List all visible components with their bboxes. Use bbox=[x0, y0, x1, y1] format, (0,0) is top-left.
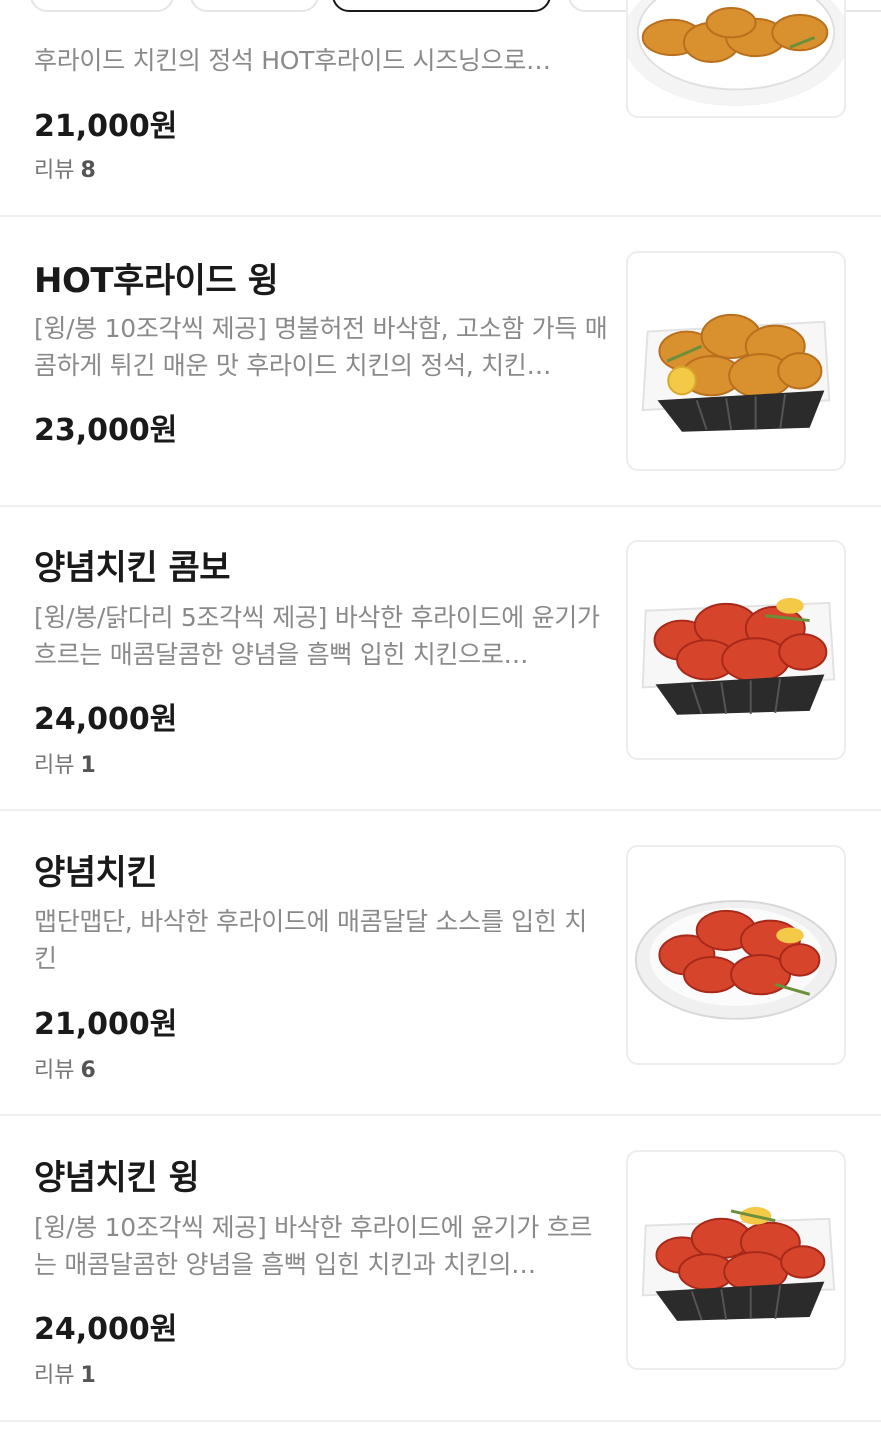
menu-item-description: [윙/봉 10조각씩 제공] 바삭한 후라이드에 윤기가 흐르는 매콤달콤한 양… bbox=[34, 1213, 593, 1279]
seasoned-chicken-wings-basket-icon bbox=[641, 1206, 836, 1321]
menu-item-review: 리뷰 1 bbox=[34, 747, 96, 779]
fried-chicken-plate-icon bbox=[628, 0, 844, 107]
menu-item[interactable]: 후라이드 치킨의 정석 HOT후라이드 시즈닝으로… 21,000원 리뷰 8 bbox=[0, 0, 881, 217]
menu-item-price: 24,000원 bbox=[34, 702, 178, 737]
menu-item-price: 21,000원 bbox=[34, 1007, 178, 1042]
review-count: 8 bbox=[80, 158, 96, 183]
review-count: 1 bbox=[80, 1363, 96, 1388]
review-label: 리뷰 bbox=[34, 158, 75, 183]
menu-item-description: [윙/봉/닭다리 5조각씩 제공] 바삭한 후라이드에 윤기가 흐르는 매콤달콤… bbox=[34, 603, 600, 669]
menu-item[interactable]: 양념치킨 콤보 [윙/봉/닭다리 5조각씩 제공] 바삭한 후라이드에 윤기가 … bbox=[0, 507, 881, 811]
menu-item-image[interactable] bbox=[626, 0, 846, 118]
menu-item-image[interactable] bbox=[626, 1150, 846, 1370]
menu-item-review: 리뷰 6 bbox=[34, 1052, 96, 1084]
review-label: 리뷰 bbox=[34, 1058, 75, 1083]
menu-item[interactable]: HOT후라이드 윙 [윙/봉 10조각씩 제공] 명불허전 바삭함, 고소함 가… bbox=[0, 217, 881, 507]
menu-item-name: 양념치킨 콤보 bbox=[34, 548, 231, 588]
menu-item-review: 리뷰 8 bbox=[34, 152, 96, 184]
review-label: 리뷰 bbox=[34, 1363, 75, 1388]
menu-item-name: 양념치킨 bbox=[34, 853, 158, 893]
review-label: 리뷰 bbox=[34, 753, 75, 778]
menu-item-name: HOT후라이드 윙 bbox=[34, 261, 279, 301]
menu-item-image[interactable] bbox=[626, 845, 846, 1065]
menu-item-price: 24,000원 bbox=[34, 1312, 178, 1347]
menu-item-review: 리뷰 1 bbox=[34, 1357, 96, 1389]
menu-item-image[interactable] bbox=[626, 540, 846, 760]
fried-chicken-basket-icon bbox=[641, 313, 831, 432]
menu-item-description: 후라이드 치킨의 정석 HOT후라이드 시즈닝으로… bbox=[34, 46, 551, 75]
seasoned-chicken-plate-icon bbox=[634, 900, 838, 1020]
menu-item-description: [윙/봉 10조각씩 제공] 명불허전 바삭함, 고소함 가득 매콤하게 튀긴 … bbox=[34, 314, 608, 380]
menu-item-image[interactable] bbox=[626, 251, 846, 471]
seasoned-chicken-basket-icon bbox=[641, 597, 836, 715]
menu-item-price: 21,000원 bbox=[34, 109, 178, 144]
review-count: 1 bbox=[80, 753, 96, 778]
menu-item-description: 맵단맵단, 바삭한 후라이드에 매콤달달 소스를 입힌 치킨 bbox=[34, 907, 587, 973]
menu-item-name: 양념치킨 윙 bbox=[34, 1158, 200, 1198]
review-count: 6 bbox=[80, 1058, 96, 1083]
menu-item-price: 23,000원 bbox=[34, 413, 178, 448]
menu-item[interactable]: 양념치킨 맵단맵단, 바삭한 후라이드에 매콤달달 소스를 입힌 치킨 21,0… bbox=[0, 811, 881, 1116]
menu-item[interactable]: 양념치킨 윙 [윙/봉 10조각씩 제공] 바삭한 후라이드에 윤기가 흐르는 … bbox=[0, 1116, 881, 1422]
